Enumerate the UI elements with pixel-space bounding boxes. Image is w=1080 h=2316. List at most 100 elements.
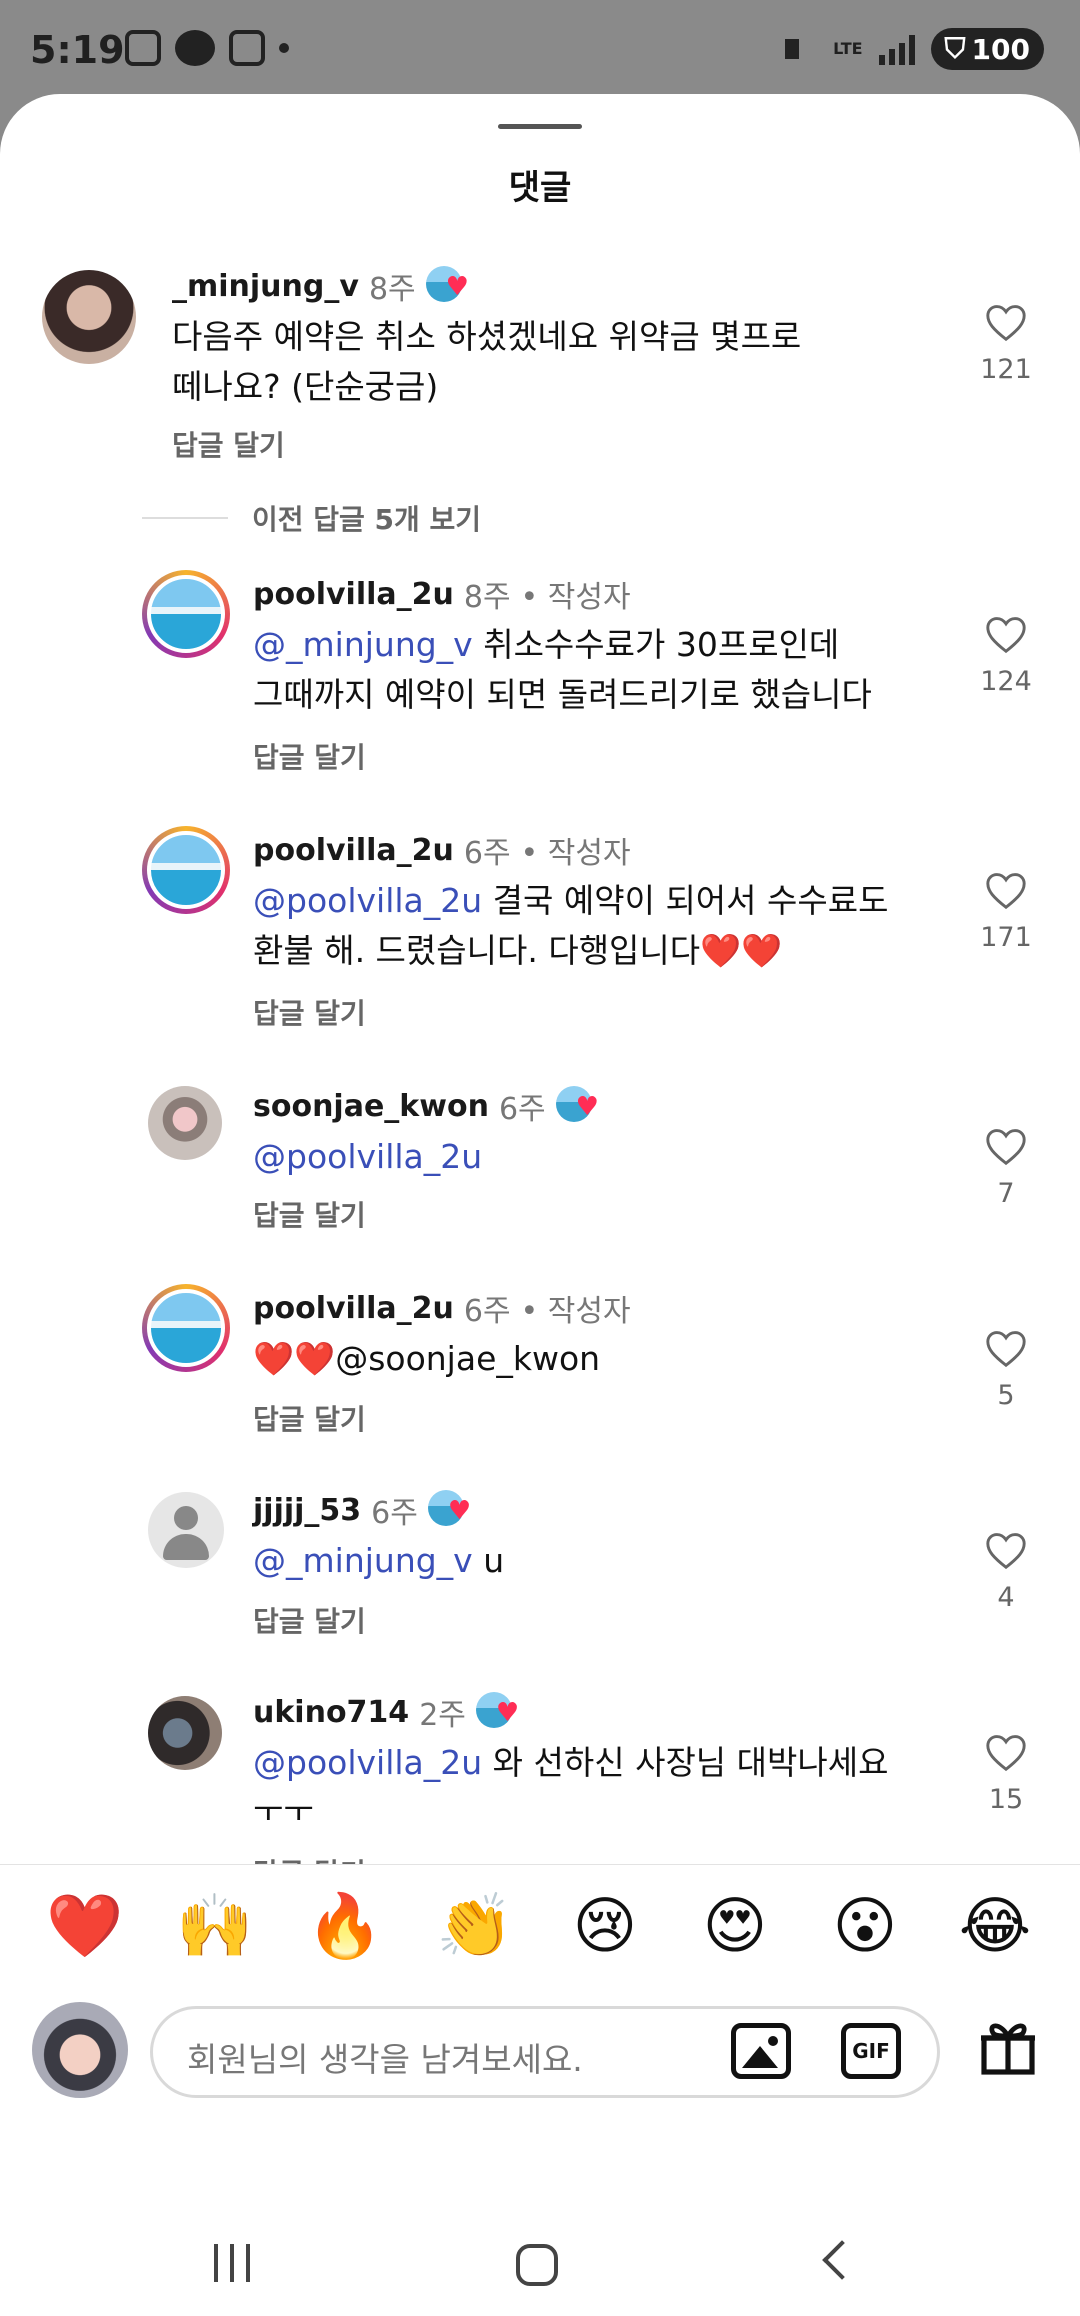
mention-link[interactable]: @soonjae_kwon <box>335 1339 600 1378</box>
reply-username[interactable]: poolvilla_2u <box>253 833 454 868</box>
avatar[interactable] <box>148 1492 224 1568</box>
reply-button[interactable]: 답글 달기 <box>172 424 285 464</box>
reply-text: @poolvilla_2u 결국 예약이 되어서 수수료도 환불 해. 드렸습니… <box>253 881 889 970</box>
reply-button[interactable]: 답글 달기 <box>253 1194 366 1234</box>
gif-button[interactable]: GIF <box>841 2023 901 2079</box>
gift-icon[interactable] <box>976 2014 1040 2078</box>
reply-button[interactable]: 답글 달기 <box>253 992 366 1032</box>
network-type: LTE <box>833 39 863 58</box>
heart-outline-icon <box>986 1129 1026 1166</box>
like-button[interactable]: 171 <box>966 870 1046 953</box>
heart-outline-icon <box>986 1735 1026 1772</box>
comment-text: 다음주 예약은 취소 하셨겠네요 위약금 몇프로 떼나요? (단순궁금) <box>172 317 802 406</box>
heart-outline-icon <box>986 617 1026 654</box>
like-button[interactable]: 121 <box>966 302 1046 385</box>
comment-composer: 회원님의 생각을 남겨보세요. GIF <box>0 1988 1080 2112</box>
reply-text: @_minjung_v u <box>253 1541 505 1580</box>
like-button[interactable]: 5 <box>966 1328 1046 1411</box>
view-previous-label: 이전 답글 5개 보기 <box>252 503 482 536</box>
reply-username[interactable]: soonjae_kwon <box>253 1089 489 1124</box>
emoji-heart-button[interactable]: ❤️ <box>42 1889 128 1963</box>
reply-text: ❤️❤️@soonjae_kwon <box>253 1339 601 1378</box>
emoji-crying-button[interactable]: 😢 <box>562 1889 648 1962</box>
like-count: 15 <box>988 1784 1024 1815</box>
reply-time: 2주 <box>419 1698 466 1733</box>
gallery-notification-icon <box>125 30 161 66</box>
mention-link[interactable]: @poolvilla_2u <box>253 1743 482 1782</box>
home-icon[interactable] <box>516 2244 558 2286</box>
signal-icon <box>878 33 915 65</box>
mention-link[interactable]: @_minjung_v <box>253 625 473 664</box>
avatar[interactable] <box>42 270 136 364</box>
author-label: • 작성자 <box>520 1294 631 1329</box>
creator-liked-badge-icon: ♥ <box>425 266 470 306</box>
reply-time: 8주 <box>463 580 511 615</box>
reply-text: @_minjung_v 취소수수료가 30프로인데 그때까지 예약이 되면 돌려… <box>253 625 872 714</box>
status-time: 5:19 <box>30 28 125 72</box>
avatar[interactable] <box>148 1696 222 1770</box>
like-button[interactable]: 7 <box>966 1126 1046 1209</box>
avatar[interactable] <box>142 570 230 658</box>
like-count: 171 <box>980 922 1032 953</box>
avatar[interactable] <box>142 1284 230 1372</box>
mention-link[interactable]: @_minjung_v <box>253 1541 473 1580</box>
avatar[interactable] <box>148 1086 222 1160</box>
status-system-icons: LTE ⛉ 100 <box>781 28 1044 70</box>
reply-button[interactable]: 답글 달기 <box>253 1600 366 1640</box>
reply-username[interactable]: ukino714 <box>253 1695 409 1730</box>
avatar[interactable] <box>142 826 230 914</box>
reply-username[interactable]: poolvilla_2u <box>253 1291 454 1326</box>
emoji-surprised-button[interactable]: 😮 <box>822 1889 908 1962</box>
mention-link[interactable]: @poolvilla_2u <box>253 881 482 920</box>
reply-username[interactable]: poolvilla_2u <box>253 577 454 612</box>
emoji-raising-hands-button[interactable]: 🙌 <box>172 1889 258 1963</box>
reply-text: @poolvilla_2u <box>253 1132 953 1182</box>
creator-liked-badge-icon: ♥ <box>475 1692 520 1732</box>
emoji-heart-eyes-button[interactable]: 😍 <box>692 1889 778 1962</box>
comment-input[interactable]: 회원님의 생각을 남겨보세요. GIF <box>150 2006 940 2098</box>
battery-indicator: ⛉ 100 <box>930 28 1044 70</box>
talk-notification-icon <box>175 30 215 66</box>
heart-outline-icon <box>986 1533 1026 1570</box>
like-button[interactable]: 124 <box>966 614 1046 697</box>
heart-outline-icon <box>986 873 1026 910</box>
mention-link[interactable]: @poolvilla_2u <box>253 1137 482 1176</box>
author-label: • 작성자 <box>520 580 631 615</box>
default-avatar-icon <box>174 1506 198 1530</box>
sheet-grabber[interactable] <box>498 124 582 129</box>
comment-time: 8주 <box>368 272 416 307</box>
emoji-fire-button[interactable]: 🔥 <box>302 1889 388 1963</box>
status-bar: 5:19 LTE ⛉ 100 <box>0 0 1080 100</box>
reply-time: 6주 <box>463 836 511 871</box>
reply-time: 6주 <box>498 1092 546 1127</box>
instagram-notification-icon <box>229 30 265 66</box>
heart-outline-icon <box>986 305 1026 342</box>
like-button[interactable]: 15 <box>966 1732 1046 1815</box>
emoji-laughing-button[interactable]: 😂 <box>952 1889 1038 1962</box>
like-count: 7 <box>997 1178 1015 1209</box>
author-label: • 작성자 <box>520 836 631 871</box>
image-icon[interactable] <box>731 2023 791 2079</box>
battery-shield-icon: ⛉ <box>944 32 966 65</box>
comment-username[interactable]: _minjung_v <box>172 269 359 304</box>
system-nav-bar <box>0 2200 1080 2316</box>
reply-button[interactable]: 답글 달기 <box>253 1398 366 1438</box>
recent-apps-icon[interactable] <box>214 2244 250 2282</box>
sheet-title: 댓글 <box>508 168 572 208</box>
battery-level: 100 <box>971 32 1030 66</box>
like-button[interactable]: 4 <box>966 1530 1046 1613</box>
reply-username[interactable]: jjjjj_53 <box>253 1493 361 1528</box>
back-icon[interactable] <box>822 2240 862 2280</box>
like-count: 121 <box>980 354 1032 385</box>
emoji-clap-button[interactable]: 👏 <box>432 1889 518 1963</box>
quick-emoji-bar: ❤️ 🙌 🔥 👏 😢 😍 😮 😂 <box>0 1864 1080 1986</box>
like-count: 5 <box>997 1380 1015 1411</box>
status-notification-icons <box>125 30 289 66</box>
comment-input-placeholder: 회원님의 생각을 남겨보세요. <box>187 2040 583 2079</box>
thread-divider <box>142 517 228 519</box>
view-previous-replies[interactable]: 이전 답글 5개 보기 <box>142 498 481 538</box>
reply-button[interactable]: 답글 달기 <box>253 736 366 776</box>
creator-liked-badge-icon: ♥ <box>427 1490 472 1530</box>
reply-time: 6주 <box>371 1496 418 1531</box>
heart-outline-icon <box>986 1331 1026 1368</box>
